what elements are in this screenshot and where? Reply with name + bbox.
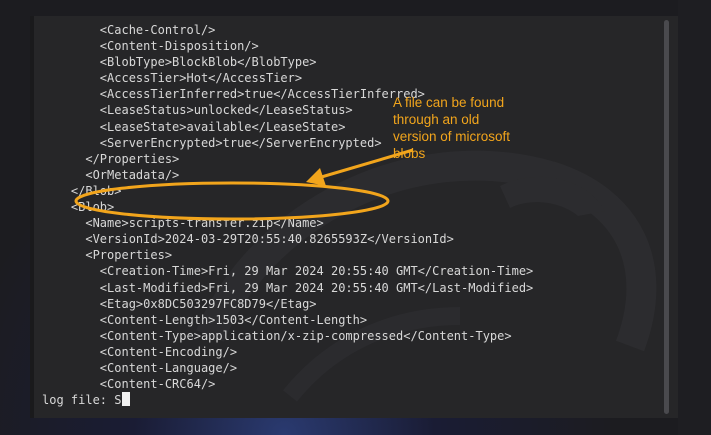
terminal-line: <Content-Type>application/x-zip-compress…	[42, 328, 512, 343]
terminal-line: <Content-Length>1503</Content-Length>	[42, 312, 368, 327]
terminal-line: <Properties>	[42, 248, 173, 263]
terminal-line: <AccessTier>Hot</AccessTier>	[42, 71, 303, 86]
terminal-line: <Content-CRC64/>	[42, 377, 216, 392]
terminal-line: <OrMetadata/>	[42, 167, 180, 182]
terminal-line: <Blob>	[42, 200, 115, 215]
text-cursor	[122, 392, 131, 407]
annotation-note: A file can be found through an old versi…	[393, 95, 511, 161]
terminal-window[interactable]: <Cache-Control/> <Content-Disposition/> …	[30, 16, 678, 418]
terminal-line: <VersionId>2024-03-29T20:55:40.8265593Z<…	[42, 232, 454, 247]
terminal-scrollbar[interactable]	[664, 20, 669, 414]
terminal-line: <Name>scripts-transfer.zip</Name>	[42, 216, 324, 231]
terminal-output: <Cache-Control/> <Content-Disposition/> …	[42, 22, 533, 408]
terminal-line: <BlobType>BlockBlob</BlobType>	[42, 55, 317, 70]
terminal-line: <Etag>0x8DC503297FC8D79</Etag>	[42, 296, 317, 311]
terminal-line: <Content-Language/>	[42, 360, 238, 375]
terminal-line: <Cache-Control/>	[42, 23, 216, 37]
terminal-line: <Content-Encoding/>	[42, 344, 238, 359]
prompt-text: log file: S	[42, 393, 122, 408]
terminal-line: <Last-Modified>Fri, 29 Mar 2024 20:55:40…	[42, 280, 534, 295]
terminal-prompt[interactable]: log file: S	[42, 392, 533, 408]
desktop-right-edge	[678, 0, 711, 435]
terminal-line: <Content-Disposition/>	[42, 39, 259, 54]
terminal-left-border	[30, 16, 34, 418]
terminal-line: </Blob>	[42, 183, 122, 198]
terminal-line: <Creation-Time>Fri, 29 Mar 2024 20:55:40…	[42, 264, 534, 279]
